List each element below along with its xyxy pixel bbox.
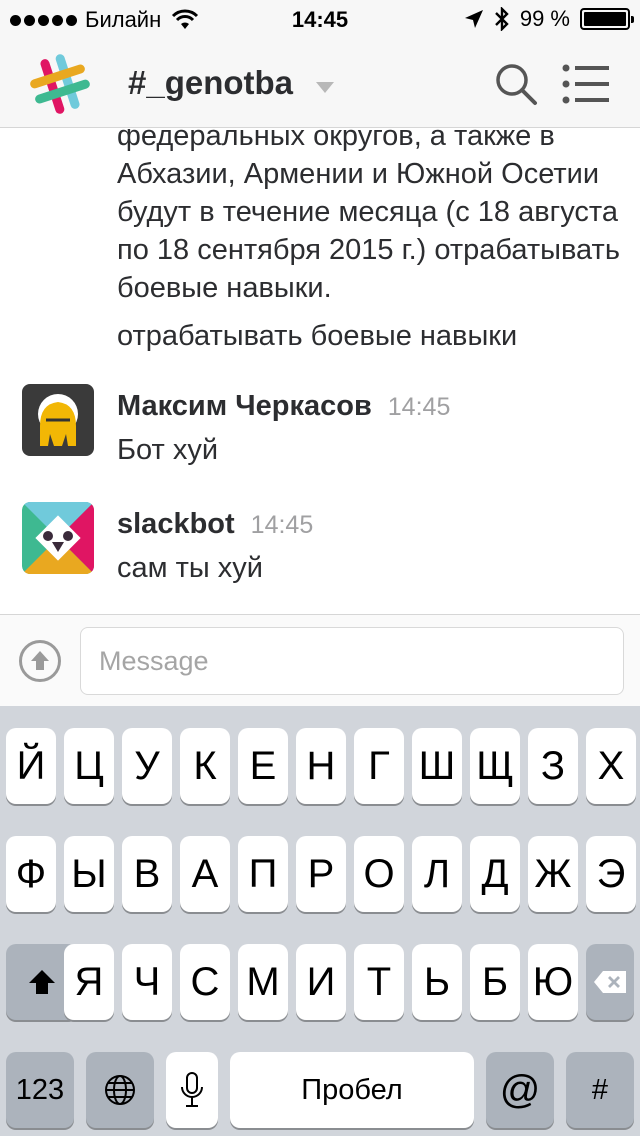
menu-icon[interactable] [562, 64, 610, 104]
keyboard-row-4: 123 Пробел @ # [0, 1052, 640, 1130]
message-text: сам ты хуй [117, 552, 264, 584]
battery-icon [580, 8, 634, 30]
key-9[interactable]: Ю [528, 944, 578, 1020]
key-4[interactable]: М [238, 944, 288, 1020]
shift-icon [29, 970, 55, 994]
globe-icon [105, 1075, 135, 1105]
message-input[interactable] [80, 627, 624, 695]
backspace-key[interactable] [586, 944, 634, 1020]
key-8[interactable]: Л [412, 836, 462, 912]
message-author[interactable]: Максим Черкасов 14:45 [117, 390, 450, 423]
key-6[interactable]: Р [296, 836, 346, 912]
key-3[interactable]: У [122, 728, 172, 804]
author-name[interactable]: Максим Черкасов [117, 390, 372, 422]
message-composer [0, 614, 640, 706]
avatar[interactable] [22, 384, 94, 456]
key-7[interactable]: Г [354, 728, 404, 804]
message-timestamp: 14:45 [387, 393, 451, 421]
battery-fill [584, 12, 626, 26]
key-4[interactable]: К [180, 728, 230, 804]
key-4[interactable]: А [180, 836, 230, 912]
upload-icon[interactable] [18, 639, 62, 683]
status-bar: Билайн 14:45 99 % [0, 0, 640, 40]
bluetooth-icon [494, 7, 509, 31]
key-7[interactable]: Ь [412, 944, 462, 1020]
channel-title[interactable]: #_genotba [128, 64, 293, 102]
microphone-icon [181, 1072, 203, 1107]
key-3[interactable]: В [122, 836, 172, 912]
message-continuation-2: отрабатывать боевые навыки [117, 320, 518, 352]
dictation-key[interactable] [166, 1052, 218, 1128]
message-continuation: федеральных округов, а также в Абхазии, … [117, 129, 620, 304]
chevron-down-icon[interactable] [316, 82, 334, 93]
message-list[interactable]: федеральных округов, а также в Абхазии, … [0, 129, 640, 614]
search-icon[interactable] [494, 62, 538, 106]
key-5[interactable]: Е [238, 728, 288, 804]
at-key[interactable]: @ [486, 1052, 554, 1128]
key-10[interactable]: Ж [528, 836, 578, 912]
key-6[interactable]: Т [354, 944, 404, 1020]
key-6[interactable]: Н [296, 728, 346, 804]
key-8[interactable]: Ш [412, 728, 462, 804]
key-1[interactable]: Ф [6, 836, 56, 912]
slack-logo-icon[interactable] [30, 54, 90, 114]
key-3[interactable]: С [180, 944, 230, 1020]
message-timestamp: 14:45 [250, 511, 314, 539]
numbers-key[interactable]: 123 [6, 1052, 74, 1128]
message-author[interactable]: slackbot 14:45 [117, 508, 313, 541]
key-11[interactable]: Х [586, 728, 636, 804]
key-1[interactable]: Я [64, 944, 114, 1020]
backspace-icon [594, 971, 626, 993]
key-2[interactable]: Ц [64, 728, 114, 804]
key-9[interactable]: Щ [470, 728, 520, 804]
key-10[interactable]: З [528, 728, 578, 804]
key-2[interactable]: Ы [64, 836, 114, 912]
author-name[interactable]: slackbot [117, 508, 235, 540]
avatar[interactable] [22, 502, 94, 574]
channel-header: #_genotba [0, 40, 640, 128]
key-8[interactable]: Б [470, 944, 520, 1020]
status-right: 99 % [464, 6, 634, 32]
location-arrow-icon [464, 10, 483, 28]
message-text: Бот хуй [117, 434, 219, 466]
space-key[interactable]: Пробел [230, 1052, 474, 1128]
key-11[interactable]: Э [586, 836, 636, 912]
battery-percent: 99 % [519, 6, 570, 31]
hash-key[interactable]: # [566, 1052, 634, 1128]
key-5[interactable]: П [238, 836, 288, 912]
globe-key[interactable] [86, 1052, 154, 1128]
key-7[interactable]: О [354, 836, 404, 912]
keyboard-row-3: ЯЧСМИТЬБЮ [0, 944, 640, 1022]
keyboard-row-1: ЙЦУКЕНГШЩЗХ [0, 728, 640, 806]
key-9[interactable]: Д [470, 836, 520, 912]
key-2[interactable]: Ч [122, 944, 172, 1020]
keyboard: ЙЦУКЕНГШЩЗХ ФЫВАПРОЛДЖЭ ЯЧСМИТЬБЮ 123 Пр… [0, 706, 640, 1136]
keyboard-row-2: ФЫВАПРОЛДЖЭ [0, 836, 640, 914]
key-1[interactable]: Й [6, 728, 56, 804]
key-5[interactable]: И [296, 944, 346, 1020]
